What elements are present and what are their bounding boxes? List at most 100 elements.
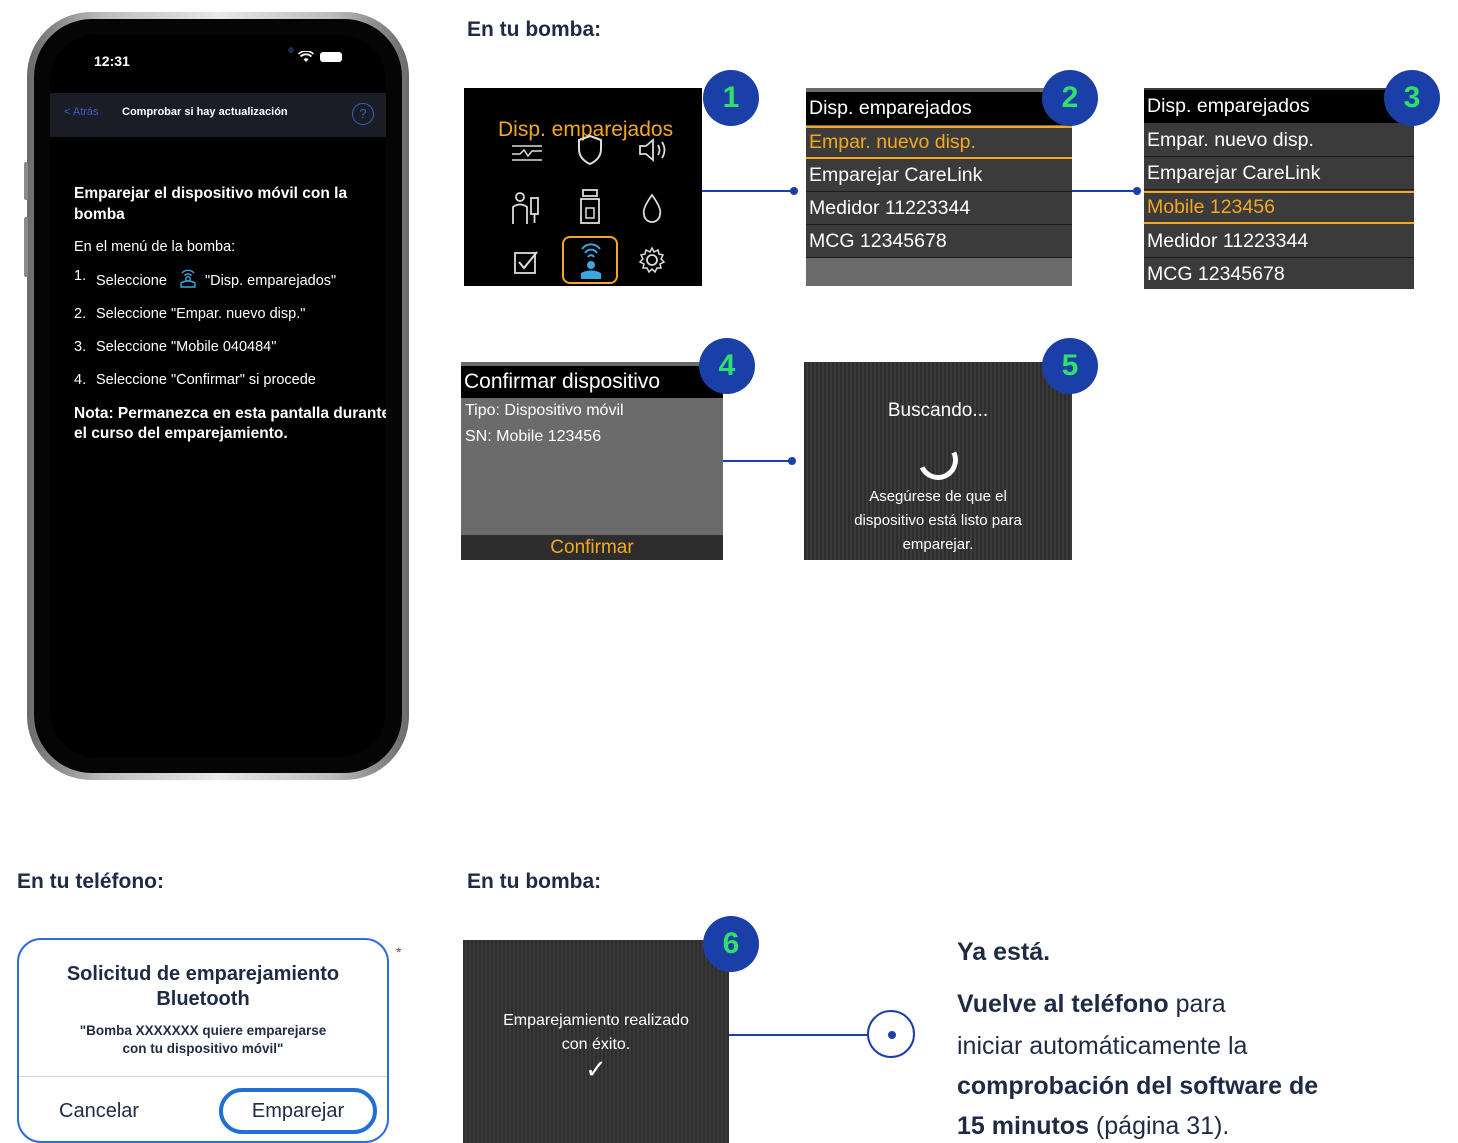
person-bolus-icon <box>512 192 539 224</box>
list-header: Disp. emparejados <box>806 92 1072 125</box>
searching-text: Buscando... <box>887 400 989 421</box>
section-heading-pump-bottom: En tu bomba: <box>467 870 602 893</box>
step-text: Seleccione "Mobile 040484" <box>96 339 277 355</box>
app-step: 1. Seleccione "Disp. emparejados" <box>74 267 378 291</box>
back-button[interactable]: < Atrás <box>64 106 99 118</box>
final-line-3: comprobación del software de <box>957 1072 1319 1100</box>
dialog-message: "Bomba XXXXXXX quiere emparejarse con tu… <box>19 1022 387 1058</box>
step-text-after: "Disp. emparejados" <box>204 273 337 289</box>
final-line-4: 15 minutos (página 31). <box>957 1110 1229 1142</box>
wifi-icon <box>298 51 314 62</box>
list-item[interactable]: Emparejar CareLink <box>1144 157 1414 190</box>
step-badge-4: 4 <box>699 338 755 394</box>
phone-side-button <box>24 162 28 200</box>
step-text: Seleccione "Disp. emparejados" <box>96 267 336 291</box>
pump-screen-5: Buscando... Asegúrese de que el disposit… <box>804 362 1072 560</box>
step-badge-5: 5 <box>1042 338 1098 394</box>
sensor-graph-icon <box>512 145 542 161</box>
final-text-rest: (página 31). <box>1088 1112 1230 1140</box>
step-badge-6: 6 <box>703 916 759 972</box>
nav-bar: < Atrás Comprobar si hay actualización ? <box>50 93 386 137</box>
connector-circle <box>867 1010 915 1058</box>
connector-line <box>723 460 793 462</box>
step-number: 2. <box>74 306 87 322</box>
step-number: 1. <box>74 268 87 284</box>
done-text: Ya está. <box>957 938 1051 966</box>
shield-icon <box>578 134 602 166</box>
searching-hint-2: dispositivo está listo para <box>854 512 1022 529</box>
device-sn: SN: Mobile 123456 <box>465 428 602 445</box>
connector-dot <box>888 1031 896 1039</box>
step-badge-3: 3 <box>1384 70 1440 126</box>
list-item-selected[interactable]: Mobile 123456 <box>1144 191 1414 224</box>
checkmark-icon: ✓ <box>585 1054 607 1084</box>
phone-volume-up <box>24 217 28 277</box>
final-line-2: iniciar automáticamente la <box>957 1032 1248 1060</box>
drop-icon <box>642 193 662 223</box>
step-text: Seleccione "Empar. nuevo disp." <box>96 306 306 322</box>
pump-screen-1: Disp. emparejados <box>464 88 702 286</box>
dialog-message-line: "Bomba XXXXXXX quiere emparejarse <box>79 1023 327 1038</box>
step-text-before: Seleccione <box>96 273 167 289</box>
pump-screen-4: Confirmar dispositivo Tipo: Dispositivo … <box>461 362 723 560</box>
confirm-bar: Confirmar <box>461 535 723 560</box>
app-content: Emparejar el dispositivo móvil con la bo… <box>74 183 386 444</box>
dialog-divider <box>19 1076 387 1077</box>
list-header: Disp. emparejados <box>1144 90 1414 123</box>
confirm-button[interactable]: Confirmar <box>461 535 723 560</box>
checkbox-icon <box>514 251 538 274</box>
phone-notch <box>138 35 314 65</box>
pump-screen-3: Disp. emparejados Empar. nuevo disp. Emp… <box>1144 88 1414 289</box>
camera-icon <box>288 47 294 53</box>
connector-dot <box>1133 187 1141 195</box>
app-subheading: En el menú de la bomba: <box>74 239 236 255</box>
settings-gear-icon <box>638 246 666 274</box>
list-item[interactable]: Emparejar CareLink <box>806 159 1072 192</box>
dialog-title: Solicitud de emparejamiento Bluetooth <box>19 962 387 1012</box>
success-line-1: Emparejamiento realizado <box>503 1012 689 1029</box>
phone-screen: 12:31 < Atrás Comprobar si hay actualiza… <box>50 35 386 757</box>
pump-screen-6: Emparejamiento realizado con éxito. ✓ <box>463 940 729 1143</box>
status-icons <box>298 51 342 63</box>
app-step: 4. Seleccione "Confirmar" si procede <box>74 371 378 390</box>
status-time: 12:31 <box>94 53 130 69</box>
help-icon[interactable]: ? <box>352 103 374 125</box>
success-line-2: con éxito. <box>561 1036 631 1053</box>
dialog-title-line: Solicitud de emparejamiento <box>66 963 340 985</box>
final-bold-text: Vuelve al teléfono <box>957 990 1169 1018</box>
paired-devices-icon <box>581 243 601 279</box>
device-type: Tipo: Dispositivo móvil <box>465 402 624 419</box>
connector-line <box>1072 190 1138 192</box>
final-line-1: Vuelve al teléfono para <box>957 988 1226 1020</box>
pair-button[interactable]: Emparejar <box>219 1088 377 1134</box>
app-step: 2. Seleccione "Empar. nuevo disp." <box>74 305 378 324</box>
phone-bezel: 12:31 < Atrás Comprobar si hay actualiza… <box>34 19 402 773</box>
phone-mockup: 12:31 < Atrás Comprobar si hay actualiza… <box>24 12 409 780</box>
list-item[interactable]: Medidor 11223344 <box>806 192 1072 225</box>
pump-screen-2: Disp. emparejados Empar. nuevo disp. Emp… <box>806 88 1072 286</box>
dialog-message-line: con tu dispositivo móvil" <box>122 1041 284 1056</box>
step-number: 3. <box>74 339 87 355</box>
nav-title: Comprobar si hay actualización <box>122 106 288 118</box>
list-item[interactable]: MCG 12345678 <box>806 225 1072 258</box>
battery-icon <box>320 52 342 62</box>
bluetooth-pair-dialog: Solicitud de emparejamiento Bluetooth "B… <box>17 938 389 1143</box>
section-heading-phone: En tu teléfono: <box>17 870 164 893</box>
app-note: Nota: Permanezca en esta pantalla durant… <box>74 405 386 442</box>
list-item[interactable]: Medidor 11223344 <box>1144 225 1414 258</box>
step-text: Seleccione "Confirmar" si procede <box>96 372 316 388</box>
paired-devices-selected[interactable] <box>562 236 618 284</box>
connector-dot <box>788 457 796 465</box>
connector-line <box>702 190 795 192</box>
app-step: 3. Seleccione "Mobile 040484" <box>74 338 378 357</box>
cancel-button[interactable]: Cancelar <box>59 1100 139 1123</box>
app-heading: Emparejar el dispositivo móvil con la bo… <box>74 185 348 223</box>
list-item-selected[interactable]: Empar. nuevo disp. <box>806 126 1072 159</box>
section-heading-pump-top: En tu bomba: <box>467 18 602 41</box>
list-item[interactable]: Empar. nuevo disp. <box>1144 124 1414 157</box>
list-item[interactable]: MCG 12345678 <box>1144 258 1414 289</box>
speaker-icon <box>639 138 666 162</box>
confirm-title: Confirmar dispositivo <box>461 366 723 398</box>
dialog-title-line: Bluetooth <box>156 988 250 1010</box>
loading-spinner-icon <box>912 434 964 486</box>
